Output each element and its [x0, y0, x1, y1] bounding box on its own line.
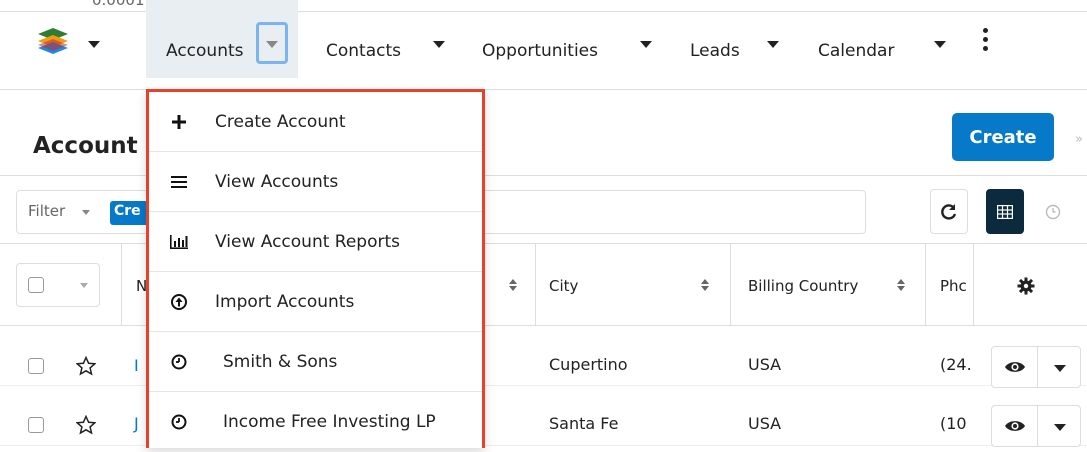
nav-leads[interactable]: Leads: [690, 12, 740, 90]
menu-item-label: Import Accounts: [215, 291, 355, 312]
sort-billing-country-icon[interactable]: [896, 278, 906, 292]
column-header-billing-country[interactable]: Billing Country: [748, 277, 858, 295]
row-city: Cupertino: [549, 355, 628, 374]
favorite-star-icon[interactable]: [76, 356, 96, 376]
row-actions-button[interactable]: [991, 346, 1081, 388]
nav-accounts-label: Accounts: [166, 41, 244, 61]
menu-item-import-accounts[interactable]: Import Accounts: [149, 272, 482, 332]
action-separator: [1037, 347, 1038, 387]
refresh-button[interactable]: [930, 189, 968, 234]
column-divider: [121, 244, 122, 326]
menu-item-label: Smith & Sons: [223, 351, 338, 372]
menu-item-label: View Accounts: [215, 171, 339, 192]
opportunities-caret-icon[interactable]: [640, 41, 652, 48]
create-button[interactable]: Create: [952, 113, 1054, 161]
leads-caret-icon[interactable]: [767, 41, 779, 48]
eye-icon[interactable]: [1004, 359, 1026, 375]
row-country: USA: [748, 355, 782, 374]
nav-calendar[interactable]: Calendar: [818, 12, 894, 90]
menu-item-label: View Account Reports: [215, 231, 400, 252]
action-separator: [1037, 406, 1038, 446]
list-view-button[interactable]: [986, 189, 1024, 234]
page-title: Account: [33, 133, 138, 159]
nav-opportunities-label: Opportunities: [482, 41, 598, 61]
menu-item-label: Create Account: [215, 111, 346, 132]
filter-caret-icon[interactable]: [82, 210, 90, 215]
bar-chart-icon: [169, 232, 189, 252]
contacts-caret-icon[interactable]: [433, 41, 445, 48]
menu-item-recent-smith-sons[interactable]: Smith & Sons: [149, 332, 482, 392]
logo-icon[interactable]: [36, 26, 70, 56]
menu-item-view-account-reports[interactable]: View Account Reports: [149, 212, 482, 272]
menu-item-label: Income Free Investing LP: [223, 412, 436, 432]
favorite-star-icon[interactable]: [76, 415, 96, 435]
nav-calendar-label: Calendar: [818, 41, 895, 61]
column-header-phone[interactable]: Phc: [940, 277, 967, 295]
nav-accounts[interactable]: Accounts: [166, 12, 244, 90]
collapse-icon[interactable]: »: [1075, 132, 1083, 147]
row-actions-caret-icon[interactable]: [1054, 424, 1066, 431]
list-icon: [169, 172, 189, 192]
sort-name-icon[interactable]: [508, 278, 518, 292]
eye-icon[interactable]: [1004, 418, 1026, 434]
filter-pill[interactable]: Cre: [110, 201, 150, 225]
menu-item-recent-income-free-investing[interactable]: Income Free Investing LP: [149, 392, 482, 452]
refresh-icon: [941, 203, 957, 220]
accounts-dropdown-menu: Create Account View Accounts View Accoun…: [146, 89, 485, 448]
upload-icon: [169, 292, 189, 312]
clock-icon: [169, 352, 189, 372]
mass-actions-caret-icon[interactable]: [80, 283, 88, 288]
activity-stream-button[interactable]: [1034, 189, 1072, 234]
more-menu-icon[interactable]: [983, 28, 989, 52]
table-icon: [997, 204, 1013, 219]
clock-icon: [169, 412, 189, 432]
nav-contacts-label: Contacts: [326, 41, 401, 61]
column-divider: [973, 244, 974, 326]
nav-contacts[interactable]: Contacts: [326, 12, 401, 90]
row-name-link[interactable]: J: [134, 414, 139, 433]
column-divider: [535, 244, 536, 326]
menu-item-view-accounts[interactable]: View Accounts: [149, 152, 482, 212]
nav-leads-label: Leads: [690, 41, 740, 61]
nav-opportunities[interactable]: Opportunities: [482, 12, 598, 90]
row-checkbox[interactable]: [28, 358, 44, 374]
column-divider: [925, 244, 926, 326]
column-divider: [730, 244, 731, 326]
row-checkbox[interactable]: [28, 417, 44, 433]
filter-label[interactable]: Filter: [28, 202, 65, 220]
column-settings-gear-icon[interactable]: [1017, 277, 1035, 295]
logo-caret-icon[interactable]: [88, 41, 100, 48]
plus-icon: [169, 112, 189, 132]
row-country: USA: [748, 414, 782, 433]
row-actions-caret-icon[interactable]: [1054, 365, 1066, 372]
row-actions-button[interactable]: [991, 405, 1081, 447]
sort-city-icon[interactable]: [700, 278, 710, 292]
select-all-checkbox[interactable]: [28, 277, 44, 293]
row-phone: (24.: [940, 355, 972, 374]
menu-item-create-account[interactable]: Create Account: [149, 92, 482, 152]
row-name-link[interactable]: I: [134, 356, 139, 375]
accounts-caret-icon: [266, 41, 278, 48]
column-header-city[interactable]: City: [549, 277, 578, 295]
top-strip-fragment: 0.0001: [92, 0, 145, 9]
clock-outline-icon: [1045, 204, 1061, 219]
row-city: Santa Fe: [549, 414, 619, 433]
row-phone: (10: [940, 414, 967, 433]
calendar-caret-icon[interactable]: [934, 41, 946, 48]
